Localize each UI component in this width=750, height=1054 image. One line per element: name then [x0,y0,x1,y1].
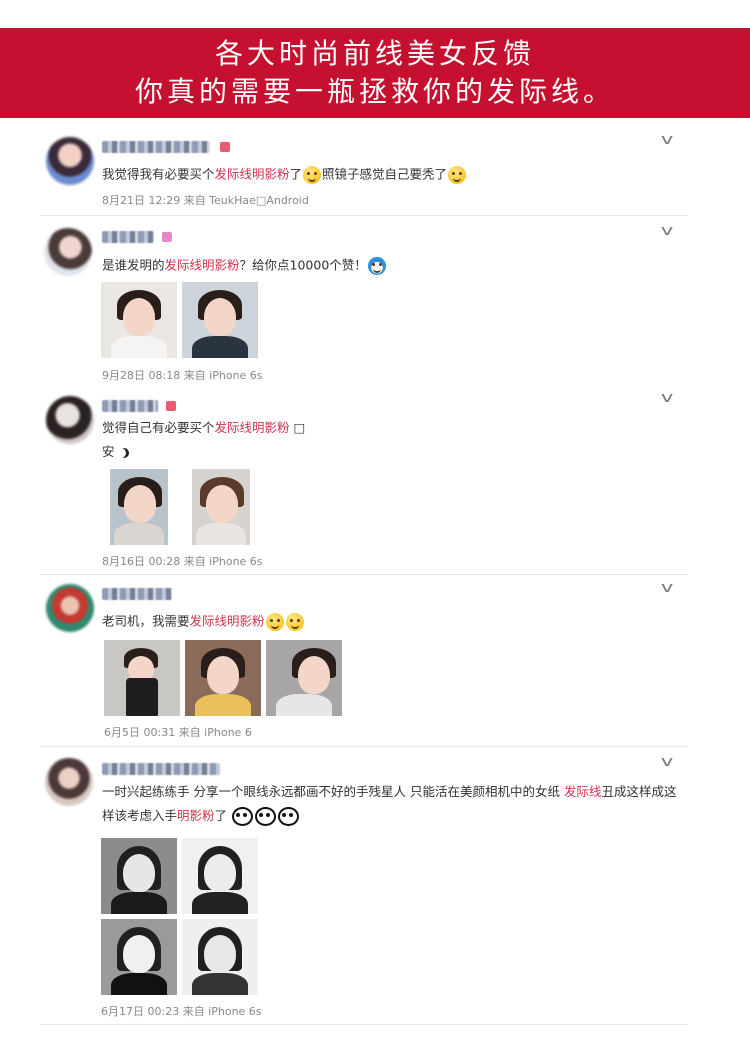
product-link[interactable]: 发际线明影粉 [215,167,290,182]
photo-body [192,892,248,914]
photo-face [124,485,156,523]
post-text: 老司机，我需要发际线明影粉 [102,613,305,631]
post-photo[interactable] [185,640,261,716]
product-link[interactable]: 发际线明影粉 [165,258,240,273]
photo-body [114,523,164,545]
photo-body [126,678,158,716]
divider [40,1024,688,1025]
avatar[interactable] [46,137,94,185]
photo-face [204,854,236,892]
photo-face [204,298,236,336]
photo-face [123,935,155,973]
photo-body [195,694,251,716]
avatar[interactable] [46,584,94,632]
user-badge-icon [166,401,176,411]
post-text-part: 是谁发明的 [102,257,165,273]
post-text-line2: 安 [102,444,129,460]
username-blurred[interactable] [102,141,210,153]
smiley-emoji-icon [285,613,304,631]
post-photo[interactable] [110,469,168,545]
divider [40,215,688,216]
photo-body [111,973,167,995]
divider [40,746,688,747]
photo-face [207,656,239,694]
post-text-part: 我觉得我有必要买个 [102,166,215,182]
username-blurred[interactable] [102,763,220,775]
photo-face [298,656,330,694]
post-text-part: 安 [102,444,115,459]
panda-emoji-icon [232,807,254,826]
photo-face [206,485,238,523]
smiley-emoji-icon [448,166,467,184]
product-link[interactable]: 发际线 [564,784,602,799]
chevron-down-icon[interactable]: v [661,390,673,406]
chevron-down-icon[interactable]: v [661,132,673,148]
post-photo[interactable] [266,640,342,716]
post-text-part: 觉得自己有必要买个 [102,420,215,435]
doraemon-emoji-icon [367,257,386,275]
chevron-down-icon[interactable]: v [661,580,673,596]
post-photo[interactable] [182,838,258,914]
photo-body [192,973,248,995]
post-text-part: ？给你点10000个赞！ [239,257,367,273]
post-photo[interactable] [182,282,258,358]
photo-body [276,694,332,716]
smiley-emoji-icon [265,613,284,631]
post-text-part: 照镜子感觉自己要秃了 [322,166,448,182]
post-photo[interactable] [101,919,177,995]
post-text: 一时兴起练练手 分享一个眼线永远都画不好的手残星人 只能活在美颜相机中的女纸 发… [102,780,682,828]
product-link[interactable]: 发际线明影粉 [215,420,290,435]
user-badge-icon [162,232,172,242]
photo-body [196,523,246,545]
post-timestamp[interactable]: 9月28日 08:18 来自 iPhone 6s [102,367,263,383]
photo-body [111,336,167,358]
photo-body [192,336,248,358]
post-timestamp[interactable]: 6月17日 00:23 来自 iPhone 6s [101,1003,262,1019]
moon-emoji-icon [119,448,129,458]
post-photo[interactable] [192,469,250,545]
username-blurred[interactable] [102,400,158,412]
post-text: 觉得自己有必要买个发际线明影粉 □ [102,420,305,436]
chevron-down-icon[interactable]: v [661,223,673,239]
user-badge-icon [220,142,230,152]
avatar[interactable] [44,228,92,276]
banner-title: 各大时尚前线美女反馈 [214,37,535,70]
product-link[interactable]: 明影粉 [177,808,215,823]
post-text-part: 老司机，我需要 [102,613,190,629]
product-link[interactable]: 发际线明影粉 [190,614,265,629]
post-photo[interactable] [101,838,177,914]
username-blurred[interactable] [102,231,154,243]
post-text-part: □ [289,420,306,435]
banner-subtitle: 你真的需要一瓶拯救你的发际线。 [134,75,615,108]
post-text: 我觉得我有必要买个发际线明影粉了 照镜子感觉自己要秃了 [102,166,467,184]
post-photo[interactable] [101,282,177,358]
post-photo[interactable] [104,640,180,716]
username-blurred[interactable] [102,588,172,600]
post-text: 是谁发明的发际线明影粉？给你点10000个赞！ [102,257,387,275]
avatar[interactable] [46,396,94,444]
photo-face [123,854,155,892]
panda-emoji-icon [255,807,277,826]
post-timestamp[interactable]: 8月16日 00:28 来自 iPhone 6s [102,553,263,569]
avatar[interactable] [45,758,93,806]
post-timestamp[interactable]: 8月21日 12:29 来自 TeukHae□Android [102,192,309,208]
smiley-emoji-icon [303,166,322,184]
post-text-part: 了 [289,166,303,182]
photo-body [111,892,167,914]
photo-face [204,935,236,973]
panda-emoji-icon [278,807,300,826]
post-text-part: 了 [214,808,228,823]
post-photo[interactable] [182,919,258,995]
header-banner: 各大时尚前线美女反馈 你真的需要一瓶拯救你的发际线。 [0,28,750,118]
photo-face [123,298,155,336]
divider [40,574,688,575]
post-text-part: 一时兴起练练手 分享一个眼线永远都画不好的手残星人 只能活在美颜相机中的女纸 [102,784,564,799]
post-timestamp[interactable]: 6月5日 00:31 来自 iPhone 6 [104,724,252,740]
chevron-down-icon[interactable]: v [661,754,673,770]
